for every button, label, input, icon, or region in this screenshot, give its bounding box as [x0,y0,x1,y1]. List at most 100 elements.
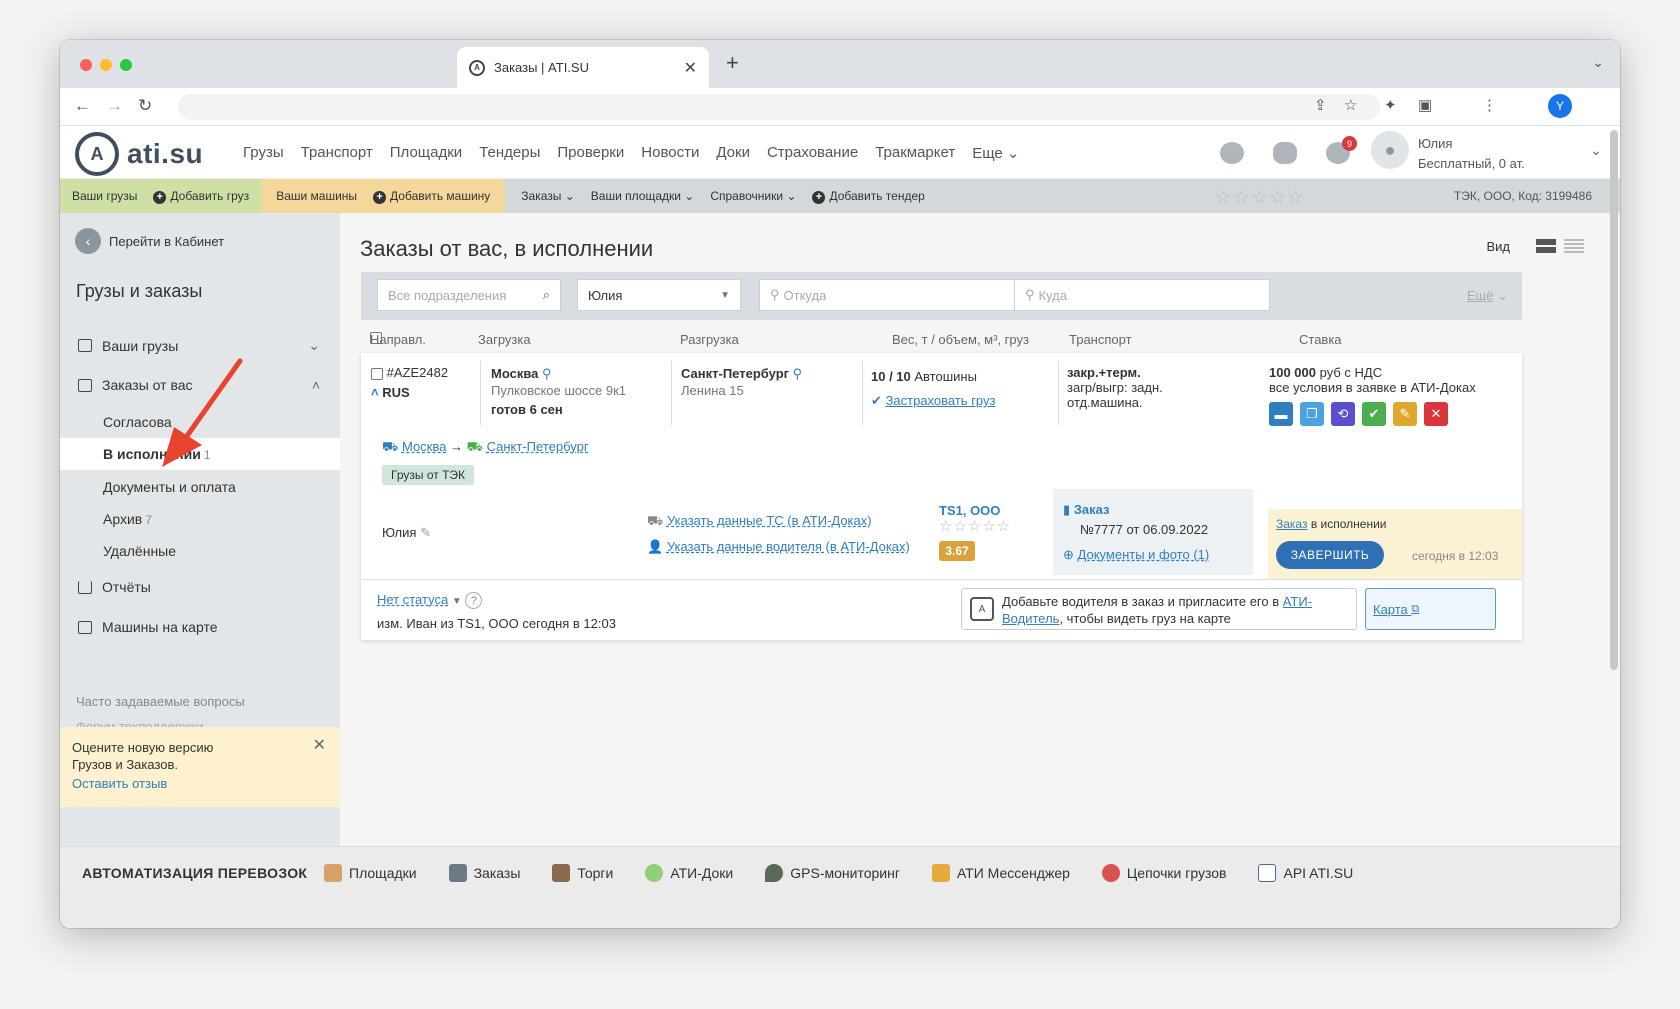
route-to-link[interactable]: Санкт-Петербург [487,439,589,454]
sidebar-item-map[interactable]: Машины на карте [78,619,320,635]
truck-data-link[interactable]: ⛟ Указать данные ТС (в АТИ-Доках) [647,513,872,531]
footer-link-orders[interactable]: Заказы [448,864,520,882]
footer-link-gps[interactable]: GPS-мониторинг [765,864,900,882]
close-window-button[interactable] [80,59,92,71]
docs-files-link[interactable]: ⊕ Документы и фото (1) [1063,547,1209,563]
nav-trackmarket[interactable]: Тракмаркет [875,144,955,162]
order-doc-title[interactable]: ▮ Заказ [1063,502,1110,518]
footer-link-sites[interactable]: Площадки [324,864,417,882]
user-avatar[interactable]: ● [1371,131,1409,169]
gps-pin-icon [765,864,784,882]
add-truck-button[interactable]: + Добавить машину [373,189,490,204]
location-pin-icon[interactable]: ⚲ [793,366,803,381]
user-info[interactable]: Юлия Бесплатный, 0 ат. [1418,134,1525,174]
tab-close-icon[interactable]: ✕ [684,58,697,78]
address-bar[interactable] [178,94,1380,120]
footer-link-auctions[interactable]: Торги [552,864,613,882]
sidebar-item-reports[interactable]: Отчёты [78,579,320,595]
map-button[interactable]: Карта ⧉ [1365,588,1496,630]
status-order-link[interactable]: Заказ [1276,517,1307,531]
sidebar-item-your-cargo[interactable]: Ваши грузы ⌄ [78,337,320,354]
insure-link[interactable]: ✔ Застраховать груз [871,389,995,413]
side-panel-icon[interactable]: ▣ [1418,96,1432,114]
user-filter[interactable]: Юлия ▼ [577,279,741,311]
nav-transport[interactable]: Транспорт [301,144,373,162]
shield-button[interactable]: ✔ [1362,402,1386,426]
finish-button[interactable]: ЗАВЕРШИТЬ [1276,541,1384,569]
driver-data-link[interactable]: 👤 Указать данные водителя (в АТИ-Доках) [647,539,910,555]
footer-link-ati-docs[interactable]: АТИ-Доки [645,864,733,882]
ati-logo[interactable]: A ati.su [75,132,203,176]
your-sites-dropdown[interactable]: Ваши площадки ⌄ [591,189,695,204]
your-cargo-link[interactable]: Ваши грузы [72,189,137,203]
your-trucks-link[interactable]: Ваши машины [276,189,357,203]
cancel-button[interactable]: ✕ [1424,402,1448,426]
status-dropdown[interactable]: Нет статуса ▼ ? [377,592,483,609]
new-tab-button[interactable]: + [726,50,739,76]
nav-checks[interactable]: Проверки [557,144,624,162]
add-tender-button[interactable]: + Добавить тендер [812,189,925,204]
add-cargo-button[interactable]: + Добавить груз [153,189,249,204]
account-check-icon[interactable] [1220,142,1244,164]
references-dropdown[interactable]: Справочники ⌄ [710,189,796,204]
minimize-window-button[interactable] [100,59,112,71]
division-filter[interactable]: Все подразделения ⌕ [377,279,561,311]
back-icon[interactable]: ← [74,96,91,116]
edit-button[interactable]: ✎ [1393,402,1417,426]
extensions-icon[interactable]: ✦ [1384,96,1397,114]
nav-more[interactable]: Еще ⌄ [972,144,1019,162]
browser-tab[interactable]: A Заказы | ATI.SU ✕ [457,47,709,88]
cargo-section: Ваши грузы + Добавить груз [60,179,262,213]
back-to-cabinet-link[interactable]: ‹ Перейти в Кабинет [75,228,224,254]
messenger-icon [931,864,950,882]
nav-tenders[interactable]: Тендеры [479,144,540,162]
more-filters-dropdown[interactable]: Ещё ⌄ [1467,288,1508,304]
list-view-icon[interactable] [1564,238,1584,254]
faq-link[interactable]: Часто задаваемые вопросы [76,694,245,709]
card-view-icon[interactable] [1536,238,1556,254]
browser-menu-icon[interactable]: ⋮ [1482,96,1497,114]
status-time: сегодня в 12:03 [1412,549,1499,563]
footer-link-api[interactable]: API ATI.SU [1258,864,1353,882]
share-icon[interactable]: ⇪ [1314,96,1327,114]
to-filter[interactable]: ⚲ Куда [1014,279,1270,311]
route-from-link[interactable]: Москва [402,439,446,454]
cargo-list-icon [78,339,92,352]
messages-icon[interactable] [1273,142,1297,164]
copy-button[interactable]: ❐ [1300,402,1324,426]
pencil-icon[interactable]: ✎ [420,525,431,540]
divider [480,361,481,425]
nav-sites[interactable]: Площадки [390,144,462,162]
bookmark-star-icon[interactable]: ☆ [1344,96,1357,114]
forward-icon[interactable]: → [106,96,123,116]
shield-check-icon: ✔ [871,393,882,408]
carrier-name[interactable]: TS1, ООО [939,503,1011,519]
maximize-window-button[interactable] [120,59,132,71]
orders-dropdown[interactable]: Заказы ⌄ [521,189,575,204]
location-pin-icon[interactable]: ⚲ [542,366,552,381]
scrollbar[interactable] [1610,130,1618,670]
footer-link-messenger[interactable]: АТИ Мессенджер [931,864,1070,882]
reload-icon[interactable]: ↻ [138,96,152,116]
chevron-up-icon[interactable]: ˄ [371,385,379,400]
orders-icon [448,864,467,882]
nav-cargo[interactable]: Грузы [243,144,284,162]
close-banner-icon[interactable]: ✕ [313,737,326,754]
sidebar-sub-archive[interactable]: Архив 7 [103,511,152,527]
feedback-link[interactable]: Оставить отзыв [72,775,328,792]
profile-avatar[interactable]: Y [1548,94,1572,118]
sidebar-sub-deleted[interactable]: Удалённые [103,543,176,559]
tab-search-chevron-icon[interactable]: ⌄ [1592,54,1604,71]
help-icon[interactable]: ? [465,592,483,609]
nav-insurance[interactable]: Страхование [767,144,858,162]
user-menu-chevron-icon[interactable]: ⌄ [1590,142,1602,159]
feedback-text: Оцените новую версию Грузов и Заказов. [72,740,214,772]
history-button[interactable]: ⟲ [1331,402,1355,426]
nav-news[interactable]: Новости [641,144,699,162]
sidebar-sub-docs[interactable]: Документы и оплата [103,479,236,495]
from-filter[interactable]: ⚲ Откуда [759,279,1015,311]
footer-link-chains[interactable]: Цепочки грузов [1101,864,1226,882]
chat-button[interactable]: ▬ [1269,402,1293,426]
order-checkbox[interactable] [371,367,383,380]
nav-docs[interactable]: Доки [716,144,750,162]
